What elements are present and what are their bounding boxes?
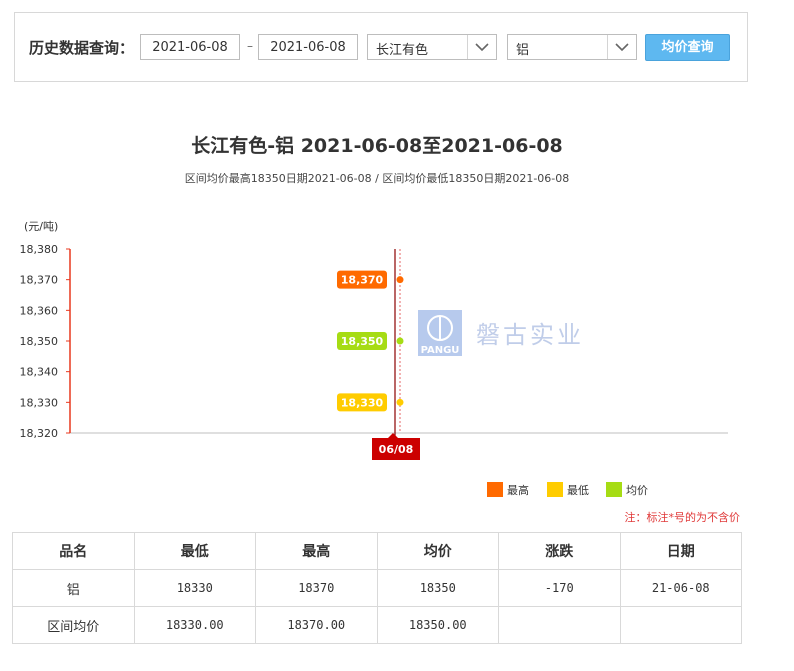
metal-select[interactable]: 铝 <box>507 34 637 60</box>
metal-select-value: 铝 <box>516 43 530 58</box>
date-separator: – <box>247 39 253 53</box>
cell-average: 18350.00 <box>376 606 499 644</box>
legend-swatch <box>547 482 563 497</box>
chart-title: 长江有色-铝 2021-06-08至2021-06-08 <box>191 135 563 157</box>
market-select[interactable]: 长江有色 <box>367 34 497 60</box>
header-change: 涨跌 <box>498 532 621 570</box>
data-point <box>396 337 404 345</box>
cell-average: 18350 <box>376 569 499 607</box>
query-label: 历史数据查询： <box>29 39 135 57</box>
data-point <box>396 398 404 406</box>
end-date-input[interactable] <box>258 34 358 60</box>
y-tick-label: 18,380 <box>20 243 59 256</box>
cell-product: 铝 <box>12 569 135 607</box>
watermark-text: 磐古实业 <box>476 321 584 349</box>
y-tick-label: 18,330 <box>20 396 59 409</box>
header-low: 最低 <box>133 532 256 570</box>
cell-high: 18370.00 <box>255 606 378 644</box>
pangu-watermark: PANGU 磐古实业 <box>418 310 584 356</box>
data-label: 18,350 <box>341 335 384 348</box>
legend-swatch <box>606 482 622 497</box>
legend-swatch <box>487 482 503 497</box>
cell-date: 21-06-08 <box>619 569 742 607</box>
data-point <box>396 276 404 284</box>
legend-label: 最高 <box>507 483 529 497</box>
cell-high: 18370 <box>255 569 378 607</box>
data-label: 18,330 <box>341 396 384 409</box>
data-label: 18,370 <box>341 274 384 287</box>
table-row: 区间均价 18330.00 18370.00 18350.00 <box>12 606 742 644</box>
header-date: 日期 <box>619 532 742 570</box>
cell-date <box>619 606 742 644</box>
chevron-down-icon[interactable] <box>607 35 636 59</box>
price-chart: (元/吨) 18,380 18,370 18,360 18,350 18,340 18,3… <box>20 220 728 497</box>
x-label-pointer <box>388 433 398 438</box>
cell-low: 18330.00 <box>133 606 256 644</box>
average-price-query-button[interactable]: 均价查询 <box>645 34 730 61</box>
market-select-value: 长江有色 <box>376 43 429 58</box>
y-tick-label: 18,350 <box>20 335 59 348</box>
cell-product: 区间均价 <box>12 606 135 644</box>
legend-label: 最低 <box>567 484 589 497</box>
chevron-down-icon[interactable] <box>467 35 496 59</box>
y-axis-unit-label: (元/吨) <box>24 220 58 233</box>
start-date-input[interactable] <box>140 34 240 60</box>
y-tick-label: 18,340 <box>20 366 59 379</box>
y-tick-label: 18,360 <box>20 304 59 317</box>
y-tick-label: 18,370 <box>20 274 59 287</box>
header-high: 最高 <box>255 532 378 570</box>
history-query-panel: 历史数据查询： – 长江有色 铝 均价查询 <box>14 12 748 82</box>
x-tick-label: 06/08 <box>379 443 414 456</box>
legend-label: 均价 <box>626 484 648 497</box>
cell-change: -170 <box>498 569 621 607</box>
watermark-logo-text: PANGU <box>421 345 460 356</box>
chart-subtitle: 区间均价最高18350日期2021-06-08 / 区间均价最低18350日期2… <box>184 172 570 185</box>
price-table: 品名 最低 最高 均价 涨跌 日期 铝 18330 18370 18350 -1… <box>12 532 742 644</box>
y-tick-label: 18,320 <box>20 427 59 440</box>
cell-change <box>498 606 621 644</box>
table-row: 铝 18330 18370 18350 -170 21-06-08 <box>12 569 742 607</box>
header-average: 均价 <box>376 532 499 570</box>
header-product: 品名 <box>12 532 135 570</box>
table-header-row: 品名 最低 最高 均价 涨跌 日期 <box>12 532 742 570</box>
cell-low: 18330 <box>133 569 256 607</box>
tax-note: 注：标注*号的为不含价 <box>624 511 741 524</box>
